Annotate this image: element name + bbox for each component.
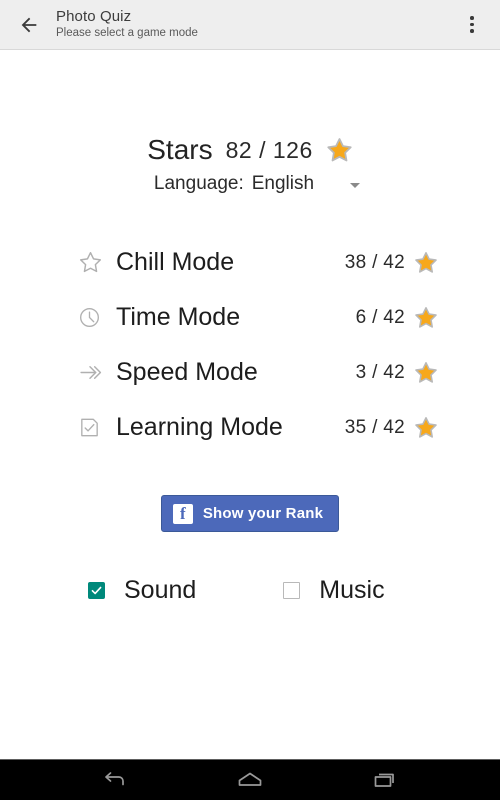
mode-name: Speed Mode [116,358,258,386]
star-outline-icon [78,250,108,275]
language-label: Language: [153,173,244,194]
nav-back-button[interactable] [91,762,137,798]
music-label: Music [319,576,385,604]
overflow-menu-icon [470,22,474,27]
back-button[interactable] [8,4,50,46]
mode-row-speed[interactable]: Speed Mode 3 / 42 [78,345,438,400]
overflow-menu-icon [470,16,474,20]
sound-toggle[interactable]: Sound [88,576,196,605]
facebook-icon: f [172,503,193,524]
app-bar: Photo Quiz Please select a game mode [0,0,500,50]
mode-name: Learning Mode [116,413,283,441]
sound-checkbox[interactable] [88,582,105,599]
show-your-rank-label: Show your Rank [202,505,324,522]
star-icon [326,137,353,164]
nav-home-icon [236,771,264,789]
facebook-rank-wrapper: f Show your Rank [0,495,500,532]
mode-score: 35 / 42 [344,416,405,438]
star-icon [414,251,438,275]
app-bar-titles: Photo Quiz Please select a game mode [56,7,452,40]
game-mode-list: Chill Mode 38 / 42 Time Mode 6 / 42 Spee… [0,235,500,455]
overflow-menu-icon [470,29,474,33]
main-content: Stars 82 / 126 Language: English Chill M… [0,51,500,760]
overflow-menu-button[interactable] [452,3,492,47]
double-arrow-icon [78,360,108,385]
mode-name: Time Mode [116,303,241,331]
page-subtitle: Please select a game mode [56,27,198,40]
star-icon [414,361,438,385]
nav-recents-button[interactable] [363,762,409,798]
page-title: Photo Quiz [56,7,132,25]
mode-score: 38 / 42 [344,251,405,273]
mode-row-learning[interactable]: Learning Mode 35 / 42 [78,400,438,455]
nav-recents-icon [373,770,399,790]
mode-score: 3 / 42 [355,361,405,383]
star-icon [414,416,438,440]
stars-summary: Stars 82 / 126 [0,134,500,166]
nav-back-icon [101,770,127,790]
audio-toggles: Sound Music [0,576,500,605]
music-checkbox[interactable] [283,582,301,599]
back-arrow-icon [18,14,40,36]
system-navigation-bar [0,759,500,800]
mode-score: 6 / 42 [355,306,405,328]
clock-icon [78,306,108,329]
language-selector[interactable]: Language: English [0,173,500,195]
music-toggle[interactable]: Music [283,576,385,605]
sound-label: Sound [124,576,197,604]
language-value: English [251,173,315,194]
show-your-rank-button[interactable]: f Show your Rank [160,495,340,532]
note-check-icon [78,416,108,439]
chevron-down-icon[interactable] [350,183,361,188]
stars-label: Stars [147,134,213,165]
star-icon [414,306,438,330]
mode-row-time[interactable]: Time Mode 6 / 42 [78,290,438,345]
nav-home-button[interactable] [227,762,273,798]
stars-score: 82 / 126 [225,136,313,163]
mode-row-chill[interactable]: Chill Mode 38 / 42 [78,235,438,290]
mode-name: Chill Mode [116,248,235,276]
